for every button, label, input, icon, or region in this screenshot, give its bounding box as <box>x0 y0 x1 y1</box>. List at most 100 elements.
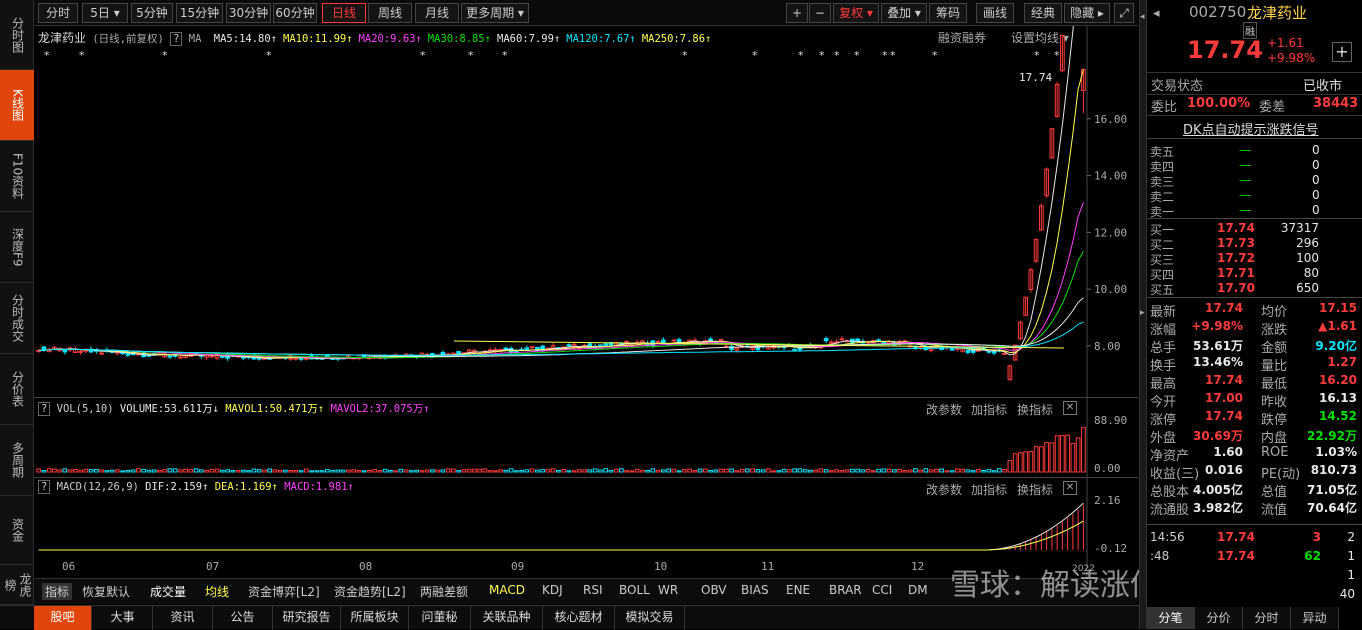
volume-panel[interactable]: ? VOL(5,10) VOLUME:53.611万↓ MAVOL1:50.47… <box>34 397 1138 478</box>
event-marker-icon[interactable]: * <box>1054 49 1060 62</box>
indicator-tab-5[interactable]: 资金趋势[L2] <box>334 583 406 600</box>
jingdian-button[interactable]: 经典 <box>1024 3 1062 23</box>
event-marker-icon[interactable]: * <box>468 49 474 62</box>
indicator-tab-11[interactable]: WR <box>658 583 678 597</box>
stat-label: 总股本 <box>1150 485 1190 500</box>
indicator-tab-8[interactable]: KDJ <box>542 583 563 597</box>
candle <box>220 355 225 358</box>
volume-bar <box>262 469 267 473</box>
indicator-tab-0[interactable]: 指标 <box>42 583 73 600</box>
back-icon[interactable]: ◂ <box>1153 6 1160 21</box>
period-button-2[interactable]: 5分钟 <box>131 3 173 23</box>
period-button-7[interactable]: 周线 <box>368 3 412 23</box>
event-marker-icon[interactable]: * <box>854 49 860 62</box>
collapse-right-icon[interactable]: ▸ <box>1140 308 1145 318</box>
event-marker-icon[interactable]: * <box>834 49 840 62</box>
event-marker-icon[interactable]: * <box>502 49 508 62</box>
left-tab-3[interactable]: 深度F9 <box>0 212 34 283</box>
footer-tab-7[interactable]: 关联品种 <box>471 606 543 630</box>
zoom-in-button[interactable]: + <box>786 3 808 23</box>
period-button-0[interactable]: 分时 <box>38 3 78 23</box>
period-button-9[interactable]: 更多周期 ▾ <box>461 3 529 23</box>
indicator-tab-9[interactable]: RSI <box>583 583 603 597</box>
fuquan-dropdown[interactable]: 复权 ▾ <box>833 3 879 23</box>
diejia-dropdown[interactable]: 叠加 ▾ <box>881 3 927 23</box>
period-button-5[interactable]: 60分钟 <box>273 3 317 23</box>
chouma-button[interactable]: 筹码 <box>929 3 967 23</box>
candle <box>125 353 131 356</box>
footer-tab-2[interactable]: 资讯 <box>153 606 213 630</box>
footer-tab-4[interactable]: 研究报告 <box>273 606 341 630</box>
event-marker-icon[interactable]: * <box>44 49 50 62</box>
footer-tab-8[interactable]: 核心题材 <box>543 606 615 630</box>
footer-tab-0[interactable]: 股吧 <box>34 606 92 630</box>
volume-bar <box>220 469 225 473</box>
dk-signal-link[interactable]: DK点自动提示涨跌信号 <box>1183 119 1319 138</box>
detail-tab-3[interactable]: 异动 <box>1291 607 1339 629</box>
ask-price: — <box>1239 158 1251 172</box>
event-marker-icon[interactable]: * <box>882 49 888 62</box>
indicator-tab-12[interactable]: OBV <box>701 583 727 597</box>
kline-chart[interactable]: 龙津药业 (日线,前复权) ? MA MA5:14.80↑ MA10:11.99↑… <box>34 26 1138 397</box>
indicator-tab-14[interactable]: ENE <box>786 583 810 597</box>
footer-tab-9[interactable]: 模拟交易 <box>615 606 685 630</box>
event-marker-icon[interactable]: * <box>682 49 688 62</box>
volume-bar <box>923 468 929 473</box>
add-watchlist-button[interactable]: + <box>1332 42 1352 62</box>
event-marker-icon[interactable]: * <box>266 49 272 62</box>
volume-bar <box>734 470 740 473</box>
event-marker-icon[interactable]: * <box>162 49 168 62</box>
period-button-3[interactable]: 15分钟 <box>176 3 223 23</box>
indicator-tab-15[interactable]: BRAR <box>829 583 862 597</box>
panel-splitter[interactable]: ◂ ▸ <box>1139 0 1146 629</box>
left-tab-1[interactable]: K线图 <box>0 70 34 141</box>
event-marker-icon[interactable]: * <box>932 49 938 62</box>
volume-bar <box>235 470 241 473</box>
tick-price: 17.74 <box>1217 549 1255 563</box>
detail-tab-2[interactable]: 分时 <box>1243 607 1291 629</box>
detail-tab-0[interactable]: 分笔 <box>1147 607 1195 629</box>
event-marker-icon[interactable]: * <box>890 49 896 62</box>
indicator-tab-13[interactable]: BIAS <box>741 583 769 597</box>
kline-canvas[interactable]: * * * * * * * * * * * * * * * * * *16.0014.0012.0010.008.… <box>34 26 1138 397</box>
indicator-tab-10[interactable]: BOLL <box>619 583 650 597</box>
indicator-tab-4[interactable]: 资金博弈[L2] <box>248 583 320 600</box>
huaxian-button[interactable]: 画线 <box>976 3 1014 23</box>
indicator-tab-16[interactable]: CCI <box>872 583 892 597</box>
period-button-6[interactable]: 日线 <box>322 3 366 23</box>
period-button-1[interactable]: 5日 ▾ <box>82 3 128 23</box>
footer-tab-1[interactable]: 大事 <box>93 606 153 630</box>
indicator-tab-1[interactable]: 恢复默认 <box>82 583 130 600</box>
left-tab-6[interactable]: 多周期 <box>0 425 34 496</box>
left-tab-7[interactable]: 资金 <box>0 496 34 565</box>
volume-bar <box>624 470 629 473</box>
left-tab-0[interactable]: 分时图 <box>0 0 34 70</box>
volume-bar <box>598 469 603 473</box>
event-marker-icon[interactable]: * <box>420 49 426 62</box>
event-marker-icon[interactable]: * <box>798 49 804 62</box>
event-marker-icon[interactable]: * <box>1034 49 1040 62</box>
indicator-tab-6[interactable]: 两融差额 <box>420 583 468 600</box>
left-tab-8[interactable]: 龙虎榜 <box>0 565 34 605</box>
indicator-tab-2[interactable]: 成交量 <box>150 583 186 600</box>
footer-tab-6[interactable]: 问董秘 <box>409 606 471 630</box>
left-tab-5[interactable]: 分价表 <box>0 354 34 425</box>
event-marker-icon[interactable]: * <box>79 49 85 62</box>
hide-button[interactable]: 隐藏 ▸ <box>1064 3 1110 23</box>
fullscreen-icon[interactable]: ⤢ <box>1114 3 1134 23</box>
indicator-tab-3[interactable]: 均线 <box>205 583 229 600</box>
footer-tab-5[interactable]: 所属板块 <box>341 606 409 630</box>
event-marker-icon[interactable]: * <box>752 49 758 62</box>
left-tab-4[interactable]: 分时成交 <box>0 283 34 354</box>
zoom-out-button[interactable]: − <box>809 3 831 23</box>
collapse-left-icon[interactable]: ◂ <box>1140 12 1145 22</box>
left-tab-2[interactable]: F10资料 <box>0 141 34 212</box>
footer-tab-3[interactable]: 公告 <box>213 606 273 630</box>
period-button-8[interactable]: 月线 <box>415 3 459 23</box>
detail-tab-1[interactable]: 分价 <box>1195 607 1243 629</box>
stat-label: 内盘 <box>1261 431 1288 446</box>
period-button-4[interactable]: 30分钟 <box>226 3 271 23</box>
indicator-tab-7[interactable]: MACD <box>489 583 525 597</box>
indicator-tab-17[interactable]: DM <box>908 583 928 597</box>
event-marker-icon[interactable]: * <box>819 49 825 62</box>
